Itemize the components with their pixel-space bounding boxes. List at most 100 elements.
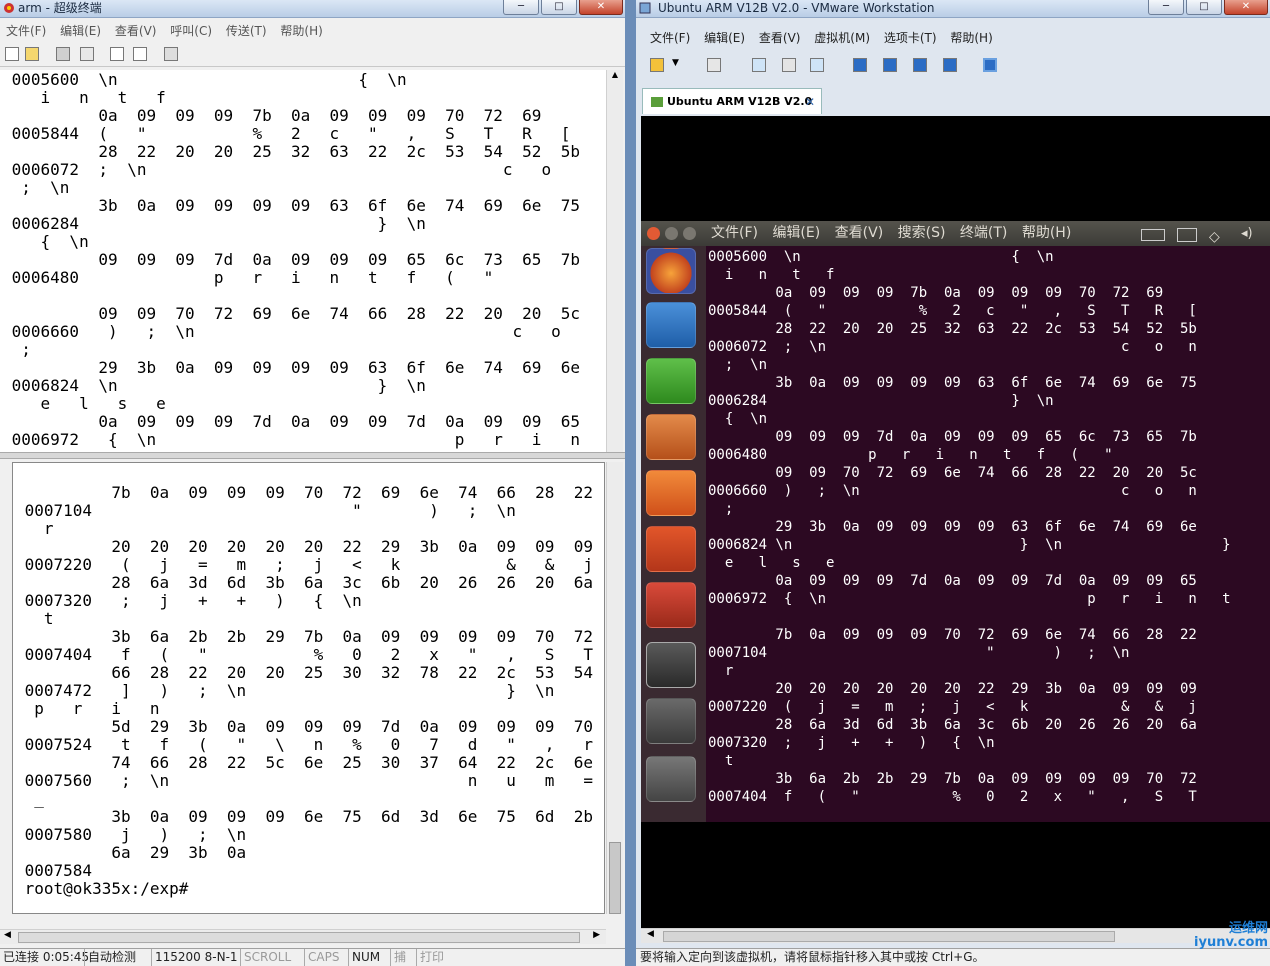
calc-icon[interactable] (646, 358, 696, 404)
vmware-toolbar: ▼ (636, 50, 1270, 80)
window-maximize-dot[interactable] (683, 227, 696, 240)
ubuntu-terminal[interactable]: 0005600 \n { \n i n t f 0a 09 09 09 7b 0… (706, 246, 1270, 822)
vm-menu-vm[interactable]: 虚拟机(M) (814, 31, 870, 45)
terminal-line: 6a 29 3b 0a (15, 843, 247, 862)
impress-icon[interactable] (646, 414, 696, 460)
minimize-button[interactable]: ─ (503, 0, 539, 15)
thumbnail-icon[interactable] (883, 58, 897, 72)
status-baud: 115200 8-N-1 (151, 949, 238, 966)
vmware-minimize-button[interactable]: ─ (1148, 0, 1184, 15)
menu-call[interactable]: 呼叫(C) (170, 24, 212, 38)
menu-file[interactable]: 文件(F) (6, 24, 46, 38)
menu-transfer[interactable]: 传送(T) (226, 24, 267, 38)
new-connection-icon[interactable] (5, 47, 19, 61)
terminal-line: 3b 0a 09 09 09 09 63 6f 6e 74 69 6e 75 (708, 375, 1197, 391)
sidebar-icon[interactable] (853, 58, 867, 72)
trash-icon[interactable] (646, 756, 696, 802)
vm-tab[interactable]: Ubuntu ARM V12B V2.0 ✕ (642, 88, 822, 114)
scroll-thumb[interactable] (609, 842, 621, 914)
terminal-line: 0006824 \n } \n } (708, 537, 1231, 553)
vm-status-text: 要将输入定向到该虚拟机，请将鼠标指针移入其中或按 Ctrl+G。 (640, 950, 985, 964)
terminal-line: { \n (2, 232, 89, 251)
keyboard-icon[interactable] (1141, 229, 1165, 241)
full-screen-icon[interactable] (913, 58, 927, 72)
pane-splitter[interactable] (0, 452, 625, 459)
mail-icon[interactable] (1177, 228, 1197, 242)
terminal-line: 0006972 { \n p r i n t (708, 591, 1231, 607)
terminal-line: r (708, 663, 734, 679)
window-close-dot[interactable] (647, 227, 660, 240)
volume-icon[interactable]: ◂) (1241, 221, 1253, 246)
pause-dropdown-icon[interactable]: ▼ (672, 58, 679, 68)
send-ctrl-alt-del-icon[interactable] (707, 58, 721, 72)
u-menu-terminal[interactable]: 终端(T) (960, 225, 1007, 241)
terminal-launcher-icon[interactable] (646, 642, 696, 688)
terminal-upper-pane[interactable]: 0005600 \n { \n i n t f 0a 09 09 09 7b 0… (0, 70, 606, 452)
title-bar[interactable]: arm - 超级终端 ─ □ ✕ (0, 0, 625, 18)
console-view-icon[interactable] (983, 58, 997, 72)
terminal-line: 0006072 ; \n c o (2, 160, 552, 179)
terminal-line: 0006284 } \n (2, 214, 426, 233)
horizontal-scroll-thumb[interactable] (18, 932, 580, 943)
u-menu-edit[interactable]: 编辑(E) (772, 225, 820, 241)
u-menu-view[interactable]: 查看(V) (835, 225, 884, 241)
u-menu-help[interactable]: 帮助(H) (1022, 225, 1071, 241)
scroll-right-arrow-icon[interactable]: ▶ (593, 930, 600, 940)
terminal-line: 0006660 ) ; \n c o (2, 322, 561, 341)
unity-icon[interactable] (943, 58, 957, 72)
terminal-lower-pane[interactable]: 7b 0a 09 09 09 70 72 69 6e 74 66 28 22 0… (12, 462, 605, 914)
system-settings-icon[interactable] (646, 582, 696, 628)
vmware-maximize-button[interactable]: □ (1186, 0, 1222, 15)
ubuntu-one-icon[interactable] (646, 526, 696, 572)
horizontal-scrollbar[interactable]: ◀ ▶ (0, 929, 606, 944)
snapshot-manager-icon[interactable] (810, 58, 824, 72)
upper-vertical-scrollbar[interactable]: ▲ (606, 70, 623, 452)
terminal-line: e l s e (708, 555, 835, 571)
vm-menu-help[interactable]: 帮助(H) (950, 31, 992, 45)
properties-icon[interactable] (164, 47, 178, 61)
scroll-left-arrow-icon[interactable]: ◀ (4, 930, 11, 940)
menu-edit[interactable]: 编辑(E) (60, 24, 101, 38)
vm-menu-edit[interactable]: 编辑(E) (704, 31, 745, 45)
revert-snapshot-icon[interactable] (782, 58, 796, 72)
open-icon[interactable] (25, 47, 39, 61)
vm-scroll-left-arrow-icon[interactable]: ◀ (647, 929, 654, 939)
terminal-line: 28 6a 3d 6d 3b 6a 3c 6b 20 26 26 20 6a (708, 717, 1197, 733)
u-menu-search[interactable]: 搜索(S) (898, 225, 946, 241)
vm-menu-file[interactable]: 文件(F) (650, 31, 690, 45)
menu-view[interactable]: 查看(V) (115, 24, 157, 38)
writer-icon[interactable] (646, 302, 696, 348)
receive-file-icon[interactable] (133, 47, 147, 61)
disconnect-icon[interactable] (80, 47, 94, 61)
terminal-line: 0a 09 09 09 7b 0a 09 09 09 70 72 69 (708, 285, 1164, 301)
vmware-menu-bar: 文件(F) 编辑(E) 查看(V) 虚拟机(M) 选项卡(T) 帮助(H) (636, 29, 1270, 48)
terminal-line: 66 28 22 20 20 25 30 32 78 22 2c 53 54 (15, 663, 593, 682)
vm-horizontal-scroll-thumb[interactable] (663, 931, 1115, 942)
vmware-title-bar[interactable]: Ubuntu ARM V12B V2.0 - VMware Workstatio… (636, 0, 1270, 18)
terminal-line: 28 22 20 20 25 32 63 22 2c 53 54 52 5b (708, 321, 1197, 337)
connect-icon[interactable] (56, 47, 70, 61)
firefox-icon[interactable] (646, 248, 696, 294)
vm-screen[interactable]: 文件(F) 编辑(E) 查看(V) 搜索(S) 终端(T) 帮助(H) ◇ ◂) (641, 116, 1270, 928)
status-connected: 已连接 0:05:45 (3, 950, 90, 964)
u-menu-file[interactable]: 文件(F) (711, 225, 758, 241)
lower-vertical-scrollbar[interactable] (606, 462, 623, 914)
scroll-up-arrow-icon[interactable]: ▲ (607, 70, 623, 79)
vm-menu-tabs[interactable]: 选项卡(T) (884, 31, 937, 45)
snapshot-icon[interactable] (752, 58, 766, 72)
menu-help[interactable]: 帮助(H) (280, 24, 322, 38)
terminal-line: ; (2, 340, 31, 359)
workspace-switcher-icon[interactable] (646, 698, 696, 744)
send-file-icon[interactable] (110, 47, 124, 61)
terminal-line: 0007472 ] ) ; \n } \n (15, 681, 555, 700)
pause-icon[interactable] (650, 58, 664, 72)
vmware-icon (639, 2, 651, 14)
window-minimize-dot[interactable] (665, 227, 678, 240)
maximize-button[interactable]: □ (541, 0, 577, 15)
vm-tab-close-icon[interactable]: ✕ (805, 89, 815, 115)
terminal-line: ; \n (2, 178, 70, 197)
software-center-icon[interactable] (646, 470, 696, 516)
vmware-close-button[interactable]: ✕ (1224, 0, 1268, 15)
close-button[interactable]: ✕ (579, 0, 623, 15)
vm-menu-view[interactable]: 查看(V) (759, 31, 801, 45)
